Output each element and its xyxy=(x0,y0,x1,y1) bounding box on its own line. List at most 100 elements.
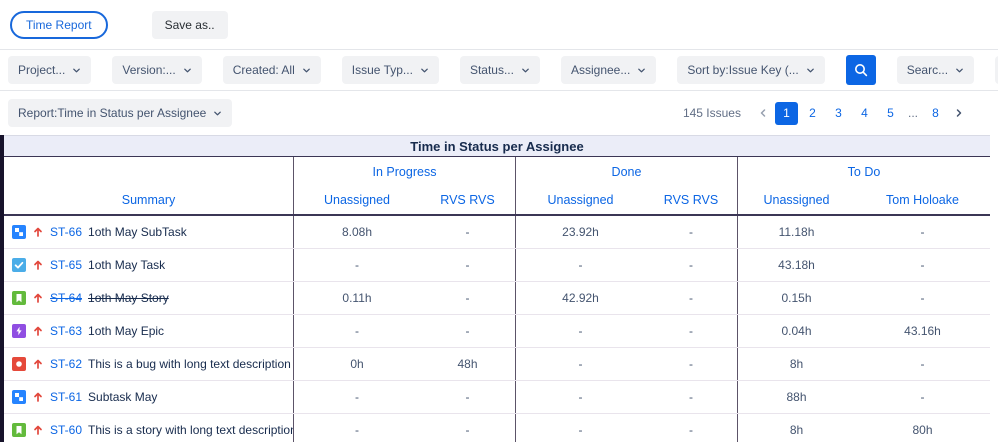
value-cell: 80h xyxy=(855,414,990,442)
filter-project-dropdown[interactable]: Project... xyxy=(8,56,91,84)
chevron-down-icon xyxy=(420,66,429,75)
table-row: ST-641oth May Story0.11h-42.92h-0.15h- xyxy=(4,282,990,315)
issue-key-link[interactable]: ST-62 xyxy=(50,357,82,371)
story-icon xyxy=(12,423,26,437)
report-selector-dropdown[interactable]: Report:Time in Status per Assignee xyxy=(8,99,232,127)
issue-key-link[interactable]: ST-63 xyxy=(50,324,82,338)
group-header-spacer xyxy=(4,157,293,186)
filter-sort-by-issue-key-dropdown[interactable]: Sort by:Issue Key (... xyxy=(677,56,824,84)
column-header-done-unassigned[interactable]: Unassigned xyxy=(515,186,645,214)
summary-column-header[interactable]: Summary xyxy=(4,186,293,214)
table-title: Time in Status per Assignee xyxy=(4,135,990,157)
column-header-to-do-unassigned[interactable]: Unassigned xyxy=(737,186,855,214)
dropdown-label: Searc... xyxy=(907,63,948,77)
priority-up-icon xyxy=(32,424,44,436)
value-cell: 0h xyxy=(293,348,420,380)
search-button[interactable] xyxy=(846,55,876,85)
issue-key-link[interactable]: ST-61 xyxy=(50,390,82,404)
value-cell: - xyxy=(855,348,990,380)
chevron-down-icon xyxy=(637,66,646,75)
filter-searc-dropdown[interactable]: Searc... xyxy=(897,56,974,84)
column-header-to-do-tom-holoake[interactable]: Tom Holoake xyxy=(855,186,990,214)
priority-up-icon xyxy=(32,358,44,370)
priority-up-icon xyxy=(32,292,44,304)
priority-up-icon xyxy=(32,226,44,238)
page-button-3[interactable]: 3 xyxy=(827,102,850,125)
value-cell: - xyxy=(855,282,990,314)
issue-key-link[interactable]: ST-66 xyxy=(50,225,82,239)
value-cell: - xyxy=(645,216,737,248)
chevron-down-icon xyxy=(806,66,815,75)
page-button-5[interactable]: 5 xyxy=(879,102,902,125)
value-cell: 0.15h xyxy=(737,282,855,314)
pagination-ellipsis: ... xyxy=(905,106,921,120)
filter-created-all-dropdown[interactable]: Created: All xyxy=(223,56,321,84)
chevron-left-icon xyxy=(758,108,768,118)
dropdown-label: Created: All xyxy=(233,63,295,77)
group-header-done: Done xyxy=(515,157,737,186)
dropdown-label: Status... xyxy=(470,63,514,77)
value-cell: - xyxy=(515,348,645,380)
filter-issue-typ-dropdown[interactable]: Issue Typ... xyxy=(342,56,439,84)
value-cell: - xyxy=(515,249,645,281)
value-cell: - xyxy=(293,249,420,281)
value-cell: 0.04h xyxy=(737,315,855,347)
summary-cell: ST-66 1oth May SubTask xyxy=(4,216,293,248)
priority-up-icon xyxy=(32,391,44,403)
page-button-8[interactable]: 8 xyxy=(924,102,947,125)
chevron-down-icon xyxy=(72,66,81,75)
pagination-next-button[interactable] xyxy=(950,104,968,122)
issue-summary: 1oth May Epic xyxy=(88,324,164,338)
dropdown-label: Assignee... xyxy=(571,63,630,77)
issue-key-link[interactable]: ST-65 xyxy=(50,258,82,272)
filter-version-dropdown[interactable]: Version:... xyxy=(112,56,201,84)
column-header-done-rvs-rvs[interactable]: RVS RVS xyxy=(645,186,737,214)
filter-assignee-dropdown[interactable]: Assignee... xyxy=(561,56,656,84)
table-row: ST-62This is a bug with long text descri… xyxy=(4,348,990,381)
value-cell: 8h xyxy=(737,348,855,380)
save-as-button[interactable]: Save as.. xyxy=(152,11,228,39)
value-cell: 43.18h xyxy=(737,249,855,281)
value-cell: 8h xyxy=(737,414,855,442)
value-cell: - xyxy=(420,315,515,347)
chevron-down-icon xyxy=(213,109,222,118)
value-cell: - xyxy=(645,381,737,413)
issue-key-link[interactable]: ST-60 xyxy=(50,423,82,437)
group-header-row: In ProgressDoneTo Do xyxy=(4,157,990,186)
filter-bar: Project... Version:... Created: All Issue T… xyxy=(0,50,998,91)
value-cell: - xyxy=(293,315,420,347)
value-cell: - xyxy=(855,249,990,281)
value-cell: - xyxy=(515,315,645,347)
priority-up-icon xyxy=(32,259,44,271)
table-row: ST-661oth May SubTask8.08h-23.92h-11.18h… xyxy=(4,216,990,249)
table-row: ST-60This is a story with long text desc… xyxy=(4,414,990,442)
pagination-prev-button[interactable] xyxy=(754,104,772,122)
chevron-right-icon xyxy=(954,108,964,118)
value-cell: - xyxy=(645,249,737,281)
summary-cell: ST-60This is a story with long text desc… xyxy=(4,414,293,442)
chevron-down-icon xyxy=(302,66,311,75)
table-row: ST-651oth May Task----43.18h- xyxy=(4,249,990,282)
issue-key-link[interactable]: ST-64 xyxy=(50,291,82,305)
value-cell: - xyxy=(645,414,737,442)
page-button-2[interactable]: 2 xyxy=(801,102,824,125)
value-cell: 42.92h xyxy=(515,282,645,314)
page-button-1[interactable]: 1 xyxy=(775,102,798,125)
value-cell: - xyxy=(420,249,515,281)
filter-status-dropdown[interactable]: Status... xyxy=(460,56,540,84)
search-icon xyxy=(853,62,869,78)
summary-cell: ST-63 1oth May Epic xyxy=(4,315,293,347)
value-cell: - xyxy=(645,282,737,314)
priority-up-icon xyxy=(32,325,44,337)
issue-summary: 1oth May SubTask xyxy=(88,225,187,239)
dropdown-label: Project... xyxy=(18,63,65,77)
column-header-row: SummaryUnassignedRVS RVSUnassignedRVS RV… xyxy=(4,186,990,216)
report-bar: Report:Time in Status per Assignee 145 I… xyxy=(0,91,998,135)
page-button-4[interactable]: 4 xyxy=(853,102,876,125)
value-cell: 0.11h xyxy=(293,282,420,314)
value-cell: 23.92h xyxy=(515,216,645,248)
column-header-in-progress-rvs-rvs[interactable]: RVS RVS xyxy=(420,186,515,214)
column-header-in-progress-unassigned[interactable]: Unassigned xyxy=(293,186,420,214)
time-report-button[interactable]: Time Report xyxy=(10,11,108,39)
issue-summary: 1oth May Story xyxy=(88,291,169,305)
